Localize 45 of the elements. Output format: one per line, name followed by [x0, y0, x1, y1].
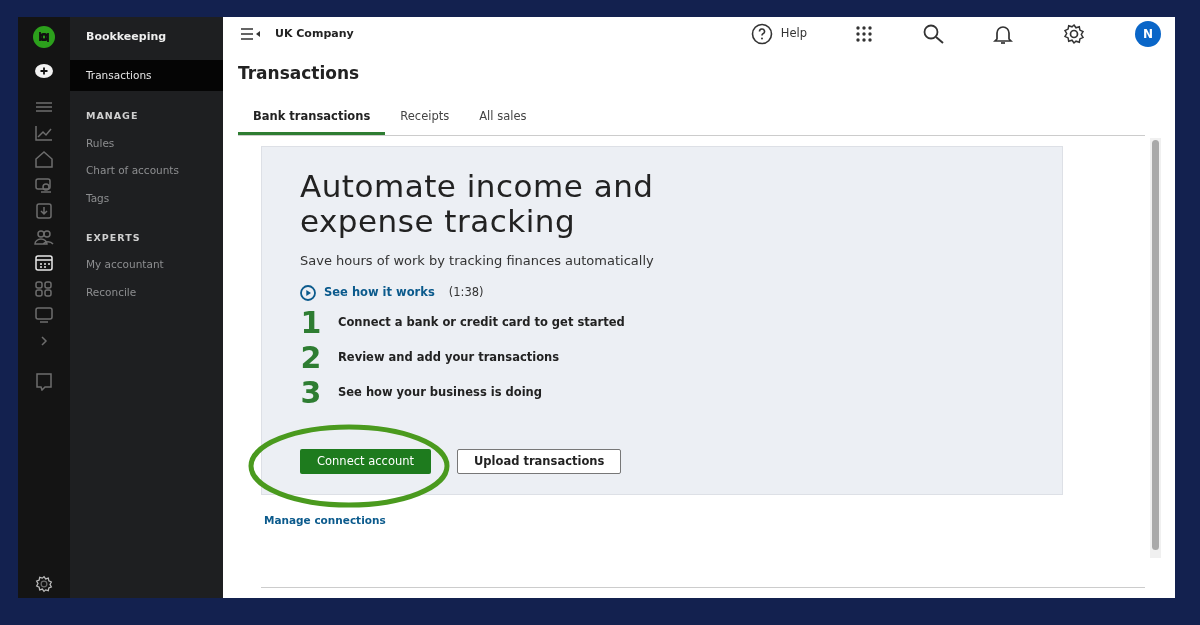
tab[interactable]: Receipts: [385, 103, 465, 135]
sidebar-title: Bookkeeping: [85, 29, 168, 45]
page-title: Transactions: [238, 62, 361, 85]
promo-subtitle: Save hours of work by tracking finances automatically: [300, 251, 655, 270]
section-heading: MANAGE: [85, 109, 140, 124]
download-box-icon[interactable]: [33, 201, 55, 221]
step-text: Review and add your transactions: [338, 349, 560, 367]
promo-heading: Automate income and expense tracking: [300, 168, 655, 239]
company-name: UK Company: [275, 25, 354, 42]
sidebar-item[interactable]: My accountant: [70, 251, 223, 279]
monitor-icon[interactable]: [33, 305, 55, 325]
app-logo[interactable]: [32, 25, 56, 49]
step-number: 1: [300, 308, 322, 338]
user-avatar[interactable]: N: [1135, 21, 1161, 47]
step-number: 2: [300, 343, 322, 373]
home-icon[interactable]: [33, 149, 55, 169]
sidebar-item[interactable]: Tags: [70, 185, 223, 213]
tab[interactable]: Bank transactions: [238, 103, 386, 135]
step-number: 3: [300, 378, 322, 408]
line-chart-icon[interactable]: [33, 123, 55, 143]
people-icon[interactable]: [33, 227, 55, 247]
tab[interactable]: All sales: [464, 103, 542, 135]
settings-icon[interactable]: [1063, 23, 1085, 45]
app-grid-icon[interactable]: [855, 26, 873, 42]
upload-transactions-button[interactable]: Upload transactions: [457, 448, 622, 474]
manage-connections-link[interactable]: Manage connections: [264, 512, 386, 529]
calendar-icon[interactable]: [33, 253, 55, 273]
play-icon[interactable]: [300, 284, 316, 301]
notification-bell-icon[interactable]: [993, 23, 1013, 45]
scrollbar[interactable]: [1150, 137, 1161, 558]
new-button[interactable]: [34, 63, 54, 79]
sidebar-item[interactable]: Transactions: [70, 59, 223, 92]
search-icon[interactable]: [923, 24, 945, 44]
sidebar-item[interactable]: Rules: [70, 129, 223, 158]
settings-icon[interactable]: [33, 574, 55, 594]
section-heading: EXPERTS: [85, 230, 142, 245]
sidebar-item[interactable]: Reconcile: [70, 278, 223, 307]
video-link[interactable]: See how it works: [324, 284, 435, 302]
step-text: Connect a bank or credit card to get started: [338, 314, 625, 332]
help-icon: [750, 23, 773, 45]
help-button[interactable]: Help: [750, 23, 807, 45]
connect-account-button[interactable]: Connect account: [300, 448, 432, 474]
video-length: (1:38): [448, 284, 484, 302]
step-text: See how your business is doing: [338, 384, 543, 402]
sidebar-item[interactable]: Chart of accounts: [70, 157, 223, 185]
